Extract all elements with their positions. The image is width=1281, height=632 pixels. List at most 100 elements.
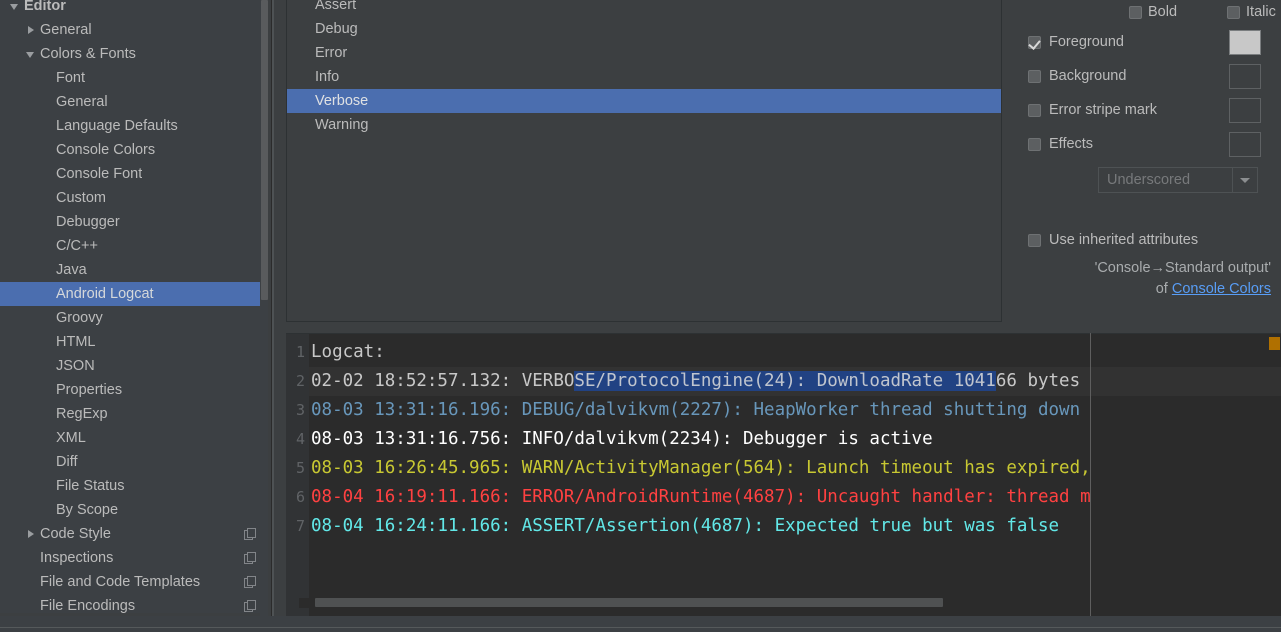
sidebar-item-java[interactable]: Java xyxy=(0,258,260,282)
error-stripe-mark-color-swatch[interactable] xyxy=(1229,97,1261,123)
chevron-down-icon[interactable] xyxy=(10,1,21,12)
sidebar-item-properties[interactable]: Properties xyxy=(0,378,260,402)
right-margin-guide xyxy=(1090,333,1091,616)
sidebar-item-regexp[interactable]: RegExp xyxy=(0,402,260,426)
list-item-label: Debug xyxy=(315,21,358,37)
sidebar-item-file-encodings[interactable]: File Encodings xyxy=(0,594,260,613)
sidebar-item-android-logcat[interactable]: Android Logcat xyxy=(0,282,260,306)
effects-label: Effects xyxy=(1049,136,1094,152)
foreground-checkbox[interactable] xyxy=(1028,35,1041,49)
list-item-debug[interactable]: Debug xyxy=(287,17,1001,41)
sidebar-item-file-and-code-templates[interactable]: File and Code Templates xyxy=(0,570,260,594)
sidebar-item-label: Diff xyxy=(56,454,78,470)
sidebar-item-c-c[interactable]: C/C++ xyxy=(0,234,260,258)
effects-color-swatch[interactable] xyxy=(1229,131,1261,157)
background-color-swatch[interactable] xyxy=(1229,63,1261,89)
sidebar-item-label: Font xyxy=(56,70,86,86)
code-text: 08-03 13:31:16.196: DEBUG/dalvikvm(2227)… xyxy=(311,400,1081,420)
settings-tree[interactable]: Editor General Colors & Fonts Font General La… xyxy=(0,0,260,613)
copy-icon[interactable] xyxy=(244,576,256,588)
chevron-right-icon[interactable] xyxy=(26,25,37,36)
copy-icon[interactable] xyxy=(244,552,256,564)
sidebar-item-language-defaults[interactable]: Language Defaults xyxy=(0,114,260,138)
code-line[interactable]: 08-03 13:31:16.756: INFO/dalvikvm(2234):… xyxy=(309,425,1281,454)
code-line[interactable]: Logcat: xyxy=(309,338,1281,367)
sidebar-item-label: XML xyxy=(56,430,86,446)
code-line[interactable]: 08-04 16:19:11.166: ERROR/AndroidRuntime… xyxy=(309,483,1281,512)
effects-type-select[interactable]: Underscored xyxy=(1098,167,1258,193)
attr-row-effects: Effects xyxy=(1028,131,1281,157)
logcat-preview-editor[interactable]: 1 2 3 4 5 6 7 Logcat: 02-02 18:52:57.132: VERBO… xyxy=(286,333,1281,616)
sidebar-item-label: Android Logcat xyxy=(56,286,154,302)
line-number: 2 xyxy=(295,372,305,390)
list-item-label: Assert xyxy=(315,0,357,13)
code-line[interactable]: 02-02 18:52:57.132: VERBOSE/ProtocolEngi… xyxy=(309,367,1281,396)
sidebar-item-code-style[interactable]: Code Style xyxy=(0,522,260,546)
panel-splitter[interactable] xyxy=(272,0,274,619)
sidebar-item-by-scope[interactable]: By Scope xyxy=(0,498,260,522)
bold-checkbox-group[interactable]: Bold xyxy=(1123,4,1177,20)
sidebar-item-groovy[interactable]: Groovy xyxy=(0,306,260,330)
italic-checkbox[interactable] xyxy=(1227,5,1241,19)
list-item-verbose[interactable]: Verbose xyxy=(287,89,1001,113)
sidebar-item-label: File Status xyxy=(56,478,125,494)
sidebar-item-file-status[interactable]: File Status xyxy=(0,474,260,498)
sidebar-item-label: File Encodings xyxy=(40,598,136,613)
attr-row-foreground: Foreground xyxy=(1028,29,1281,55)
preview-hscrollbar-thumb[interactable] xyxy=(315,598,943,607)
error-stripe-marker[interactable] xyxy=(1269,337,1280,350)
use-inherited-attributes-checkbox[interactable] xyxy=(1028,233,1041,247)
sidebar-item-editor[interactable]: Editor xyxy=(0,0,260,18)
chevron-right-icon[interactable] xyxy=(26,529,37,540)
sidebar-item-label: By Scope xyxy=(56,502,119,518)
list-item-assert[interactable]: Assert xyxy=(287,0,1001,17)
sidebar-item-html[interactable]: HTML xyxy=(0,330,260,354)
preview-code[interactable]: Logcat: 02-02 18:52:57.132: VERBOSE/Proto… xyxy=(309,334,1281,616)
list-item-warning[interactable]: Warning xyxy=(287,113,1001,137)
line-number: 3 xyxy=(295,401,305,419)
code-line[interactable]: 08-03 16:26:45.965: WARN/ActivityManager… xyxy=(309,454,1281,483)
sidebar-scrollbar-thumb[interactable] xyxy=(261,0,268,300)
sidebar-item-colors-fonts[interactable]: Colors & Fonts xyxy=(0,42,260,66)
sidebar-item-font[interactable]: Font xyxy=(0,66,260,90)
sidebar-item-general[interactable]: General xyxy=(0,18,260,42)
sidebar-item-diff[interactable]: Diff xyxy=(0,450,260,474)
sidebar-item-console-colors[interactable]: Console Colors xyxy=(0,138,260,162)
list-item-error[interactable]: Error xyxy=(287,41,1001,65)
console-colors-link[interactable]: Console Colors xyxy=(1172,281,1271,297)
chevron-down-icon[interactable] xyxy=(1232,168,1257,192)
use-inherited-attributes-row[interactable]: Use inherited attributes xyxy=(1028,232,1198,248)
sidebar-item-console-font[interactable]: Console Font xyxy=(0,162,260,186)
sidebar-item-custom[interactable]: Custom xyxy=(0,186,260,210)
sidebar-item-xml[interactable]: XML xyxy=(0,426,260,450)
copy-icon[interactable] xyxy=(244,600,256,612)
list-item-info[interactable]: Info xyxy=(287,65,1001,89)
bold-checkbox[interactable] xyxy=(1129,5,1142,19)
logcat-severity-list[interactable]: Assert Debug Error Info Verbose Warning xyxy=(286,0,1002,322)
background-checkbox[interactable] xyxy=(1028,69,1041,83)
sidebar-item-label: RegExp xyxy=(56,406,108,422)
sidebar-item-general[interactable]: General xyxy=(0,90,260,114)
bold-label: Bold xyxy=(1148,4,1178,20)
sidebar-item-label: Inspections xyxy=(40,550,114,566)
list-item-label: Verbose xyxy=(315,93,369,109)
line-number: 5 xyxy=(295,459,305,477)
sidebar-item-label: File and Code Templates xyxy=(40,574,201,590)
effects-checkbox[interactable] xyxy=(1028,137,1041,151)
italic-checkbox-group[interactable]: Italic xyxy=(1221,4,1276,20)
sidebar-item-inspections[interactable]: Inspections xyxy=(0,546,260,570)
copy-icon[interactable] xyxy=(244,528,256,540)
foreground-color-swatch[interactable] xyxy=(1229,29,1261,55)
code-line[interactable]: 08-03 13:31:16.196: DEBUG/dalvikvm(2227)… xyxy=(309,396,1281,425)
chevron-down-icon[interactable] xyxy=(26,49,37,60)
sidebar-item-debugger[interactable]: Debugger xyxy=(0,210,260,234)
code-line[interactable]: 08-04 16:24:11.166: ASSERT/Assertion(468… xyxy=(309,512,1281,541)
error-stripe-mark-checkbox[interactable] xyxy=(1028,103,1041,117)
sidebar-item-json[interactable]: JSON xyxy=(0,354,260,378)
